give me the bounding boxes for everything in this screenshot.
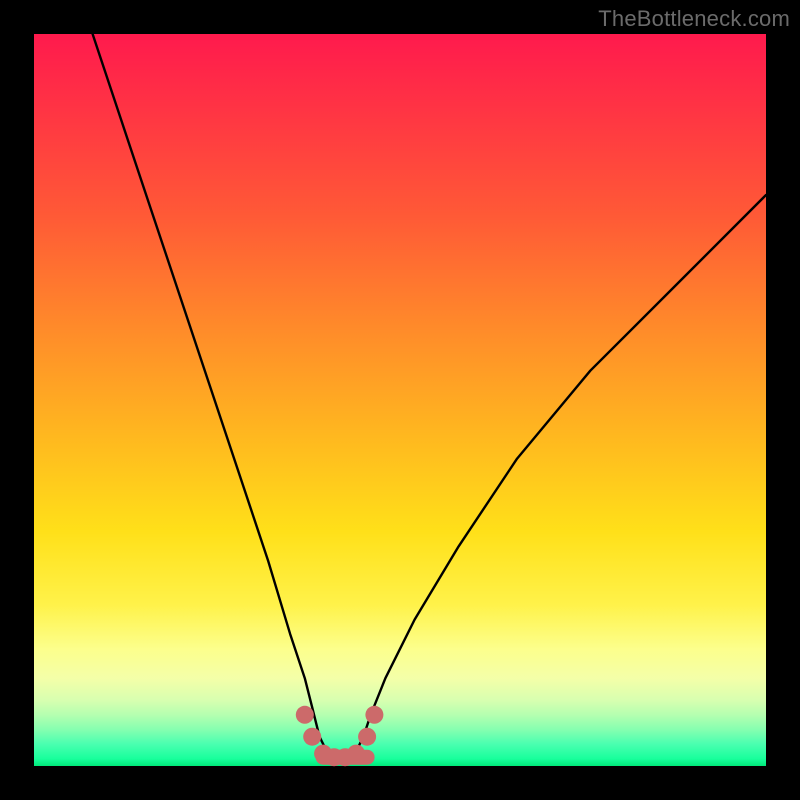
watermark-text: TheBottleneck.com (598, 6, 790, 32)
bottleneck-curve-svg (34, 34, 766, 766)
curve-marker (296, 706, 314, 724)
curve-marker (303, 728, 321, 746)
curve-marker (358, 728, 376, 746)
chart-frame: TheBottleneck.com (0, 0, 800, 800)
curve-marker (347, 745, 365, 763)
plot-area (34, 34, 766, 766)
curve-marker (365, 706, 383, 724)
bottleneck-curve-path (93, 34, 766, 759)
